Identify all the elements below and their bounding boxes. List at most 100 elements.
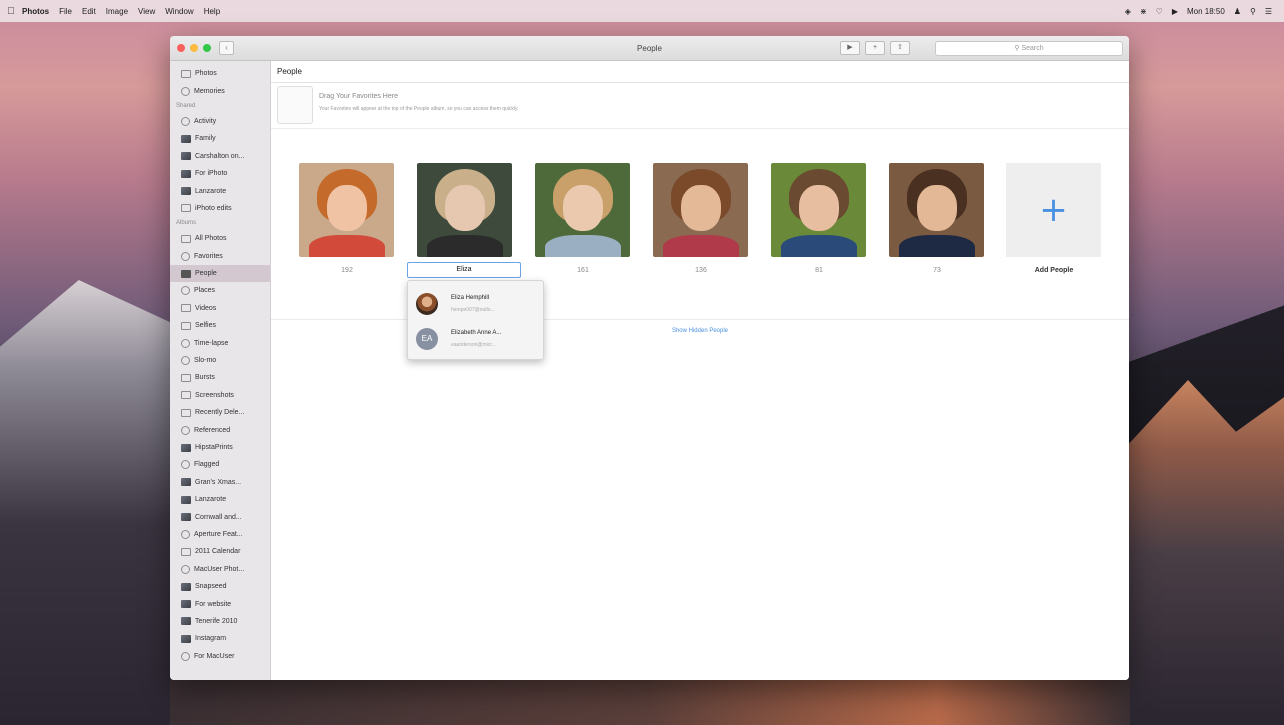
person-face-photo: [653, 163, 748, 257]
album-thumbnail-icon: [181, 600, 191, 609]
sidebar-item-recently-deleted[interactable]: Recently Dele...: [170, 404, 270, 421]
menu-edit[interactable]: Edit: [82, 7, 96, 16]
sidebar-item-all-photos[interactable]: All Photos: [170, 230, 270, 247]
favorites-drop-zone[interactable]: Drag Your Favorites Here Your Favorites …: [271, 83, 1129, 129]
wallpaper-mountain-right: [1124, 380, 1284, 725]
sidebar-item-iphoto-edits[interactable]: iPhoto edits: [170, 200, 270, 217]
sidebar-item-lanzarote-shared[interactable]: Lanzarote: [170, 182, 270, 199]
bursts-icon: [181, 373, 191, 382]
smart-album-icon: [181, 651, 190, 661]
sidebar-item-label: MacUser Phot...: [194, 565, 245, 573]
sidebar-item-lanzarote[interactable]: Lanzarote: [170, 491, 270, 508]
sidebar-item-slo-mo[interactable]: Slo-mo: [170, 352, 270, 369]
sidebar-item-hipstaprints[interactable]: HipstaPrints: [170, 439, 270, 456]
person-tile[interactable]: 136: [653, 163, 749, 274]
sidebar-item-grans-xmas[interactable]: Gran's Xmas...: [170, 474, 270, 491]
divider: [271, 319, 1129, 320]
sidebar-item-carshalton[interactable]: Carshalton on...: [170, 148, 270, 165]
sidebar-item-favorites[interactable]: Favorites: [170, 248, 270, 265]
smart-album-icon: [181, 529, 190, 539]
sidebar-item-for-iphoto[interactable]: For iPhoto: [170, 165, 270, 182]
sidebar-item-macuser-phot[interactable]: MacUser Phot...: [170, 561, 270, 578]
sidebar-item-referenced[interactable]: Referenced: [170, 421, 270, 438]
calendar-icon: [181, 547, 191, 556]
suggestion-item[interactable]: EA Elizabeth Anne A... eaanderson@micr..…: [408, 321, 543, 355]
person-tile[interactable]: 73: [889, 163, 985, 274]
sidebar-item-bursts[interactable]: Bursts: [170, 369, 270, 386]
apple-menu-icon[interactable]: : [0, 6, 22, 17]
album-thumbnail-icon: [181, 634, 191, 643]
sidebar-item-flagged[interactable]: Flagged: [170, 456, 270, 473]
sidebar-item-label: iPhoto edits: [195, 204, 232, 212]
sidebar-item-label: All Photos: [195, 235, 227, 243]
sidebar-item-time-lapse[interactable]: Time-lapse: [170, 334, 270, 351]
video-icon: [181, 304, 191, 313]
slideshow-play-icon[interactable]: ▶: [840, 41, 860, 55]
album-thumbnail-icon: [181, 478, 191, 487]
menu-clock[interactable]: Mon 18:50: [1187, 7, 1225, 16]
sidebar-item-snapseed[interactable]: Snapseed: [170, 578, 270, 595]
trash-icon: [181, 408, 191, 417]
person-photo-count: 81: [815, 267, 823, 274]
sidebar-item-videos[interactable]: Videos: [170, 300, 270, 317]
person-icon: [181, 269, 191, 278]
person-photo-count: 73: [933, 267, 941, 274]
sidebar-item-family[interactable]: Family: [170, 130, 270, 147]
menu-help[interactable]: Help: [204, 7, 220, 16]
sidebar-item-label: Snapseed: [195, 583, 227, 591]
volume-icon[interactable]: ▶: [1172, 7, 1178, 16]
photos-grid-icon: [181, 69, 191, 78]
person-tile[interactable]: 81: [771, 163, 867, 274]
sidebar-item-for-website[interactable]: For website: [170, 595, 270, 612]
menu-view[interactable]: View: [138, 7, 155, 16]
wifi-icon[interactable]: ♡: [1156, 7, 1163, 16]
add-people-tile[interactable]: +: [1006, 163, 1101, 257]
sidebar-item-label: Bursts: [195, 374, 215, 382]
share-icon[interactable]: ⇧: [890, 41, 910, 55]
sidebar-item-label: Aperture Feat...: [194, 530, 243, 538]
suggestion-item[interactable]: Eliza Hemphill hempe007@outlo...: [408, 286, 543, 320]
sidebar-item-label: Lanzarote: [195, 187, 227, 195]
menu-app-name[interactable]: Photos: [22, 7, 49, 16]
sidebar-item-screenshots[interactable]: Screenshots: [170, 387, 270, 404]
user-icon[interactable]: ♟: [1234, 7, 1241, 16]
close-window-button[interactable]: [177, 44, 185, 52]
sidebar-item-2011-calendar[interactable]: 2011 Calendar: [170, 543, 270, 560]
add-icon[interactable]: +: [865, 41, 885, 55]
person-name-input[interactable]: Eliza: [407, 262, 521, 278]
suggestion-email: eaanderson@micr...: [451, 342, 496, 348]
sidebar-item-tenerife-2010[interactable]: Tenerife 2010: [170, 613, 270, 630]
sidebar-item-memories[interactable]: Memories: [170, 82, 270, 99]
menu-window[interactable]: Window: [165, 7, 193, 16]
sidebar-item-label: Flagged: [194, 461, 220, 469]
notification-center-icon[interactable]: ☰: [1265, 7, 1272, 16]
zoom-window-button[interactable]: [203, 44, 211, 52]
person-face-photo: [771, 163, 866, 257]
person-tile[interactable]: 192: [299, 163, 395, 274]
menu-image[interactable]: Image: [106, 7, 128, 16]
person-tile[interactable]: [417, 163, 513, 257]
add-people-button[interactable]: + Add People: [1006, 163, 1102, 274]
contact-initials-avatar: EA: [416, 328, 438, 350]
show-hidden-people-link[interactable]: Show Hidden People: [672, 328, 728, 334]
search-input[interactable]: ⚲ Search: [935, 41, 1123, 56]
shield-icon[interactable]: ◈: [1125, 7, 1131, 16]
sidebar-item-instagram[interactable]: Instagram: [170, 630, 270, 647]
sidebar-item-people[interactable]: People: [170, 264, 270, 283]
sidebar-item-label: Lanzarote: [195, 496, 227, 504]
person-tile[interactable]: 161: [535, 163, 631, 274]
menu-file[interactable]: File: [59, 7, 72, 16]
sidebar-item-aperture-feat[interactable]: Aperture Feat...: [170, 526, 270, 543]
spotlight-search-icon[interactable]: ⚲: [1250, 7, 1256, 16]
album-thumbnail-icon: [181, 169, 191, 178]
sidebar-item-activity[interactable]: Activity: [170, 113, 270, 130]
sidebar-item-photos[interactable]: Photos: [170, 65, 270, 82]
minimize-window-button[interactable]: [190, 44, 198, 52]
sidebar-item-places[interactable]: Places: [170, 282, 270, 299]
sidebar-item-for-macuser[interactable]: For MacUser: [170, 648, 270, 665]
back-button[interactable]: ‹: [219, 41, 234, 55]
sidebar-item-selfies[interactable]: Selfies: [170, 317, 270, 334]
sidebar-item-cornwall[interactable]: Cornwall and...: [170, 508, 270, 525]
suggestion-name: Elizabeth Anne A...: [451, 330, 502, 336]
bluetooth-icon[interactable]: ⋇: [1140, 7, 1147, 16]
